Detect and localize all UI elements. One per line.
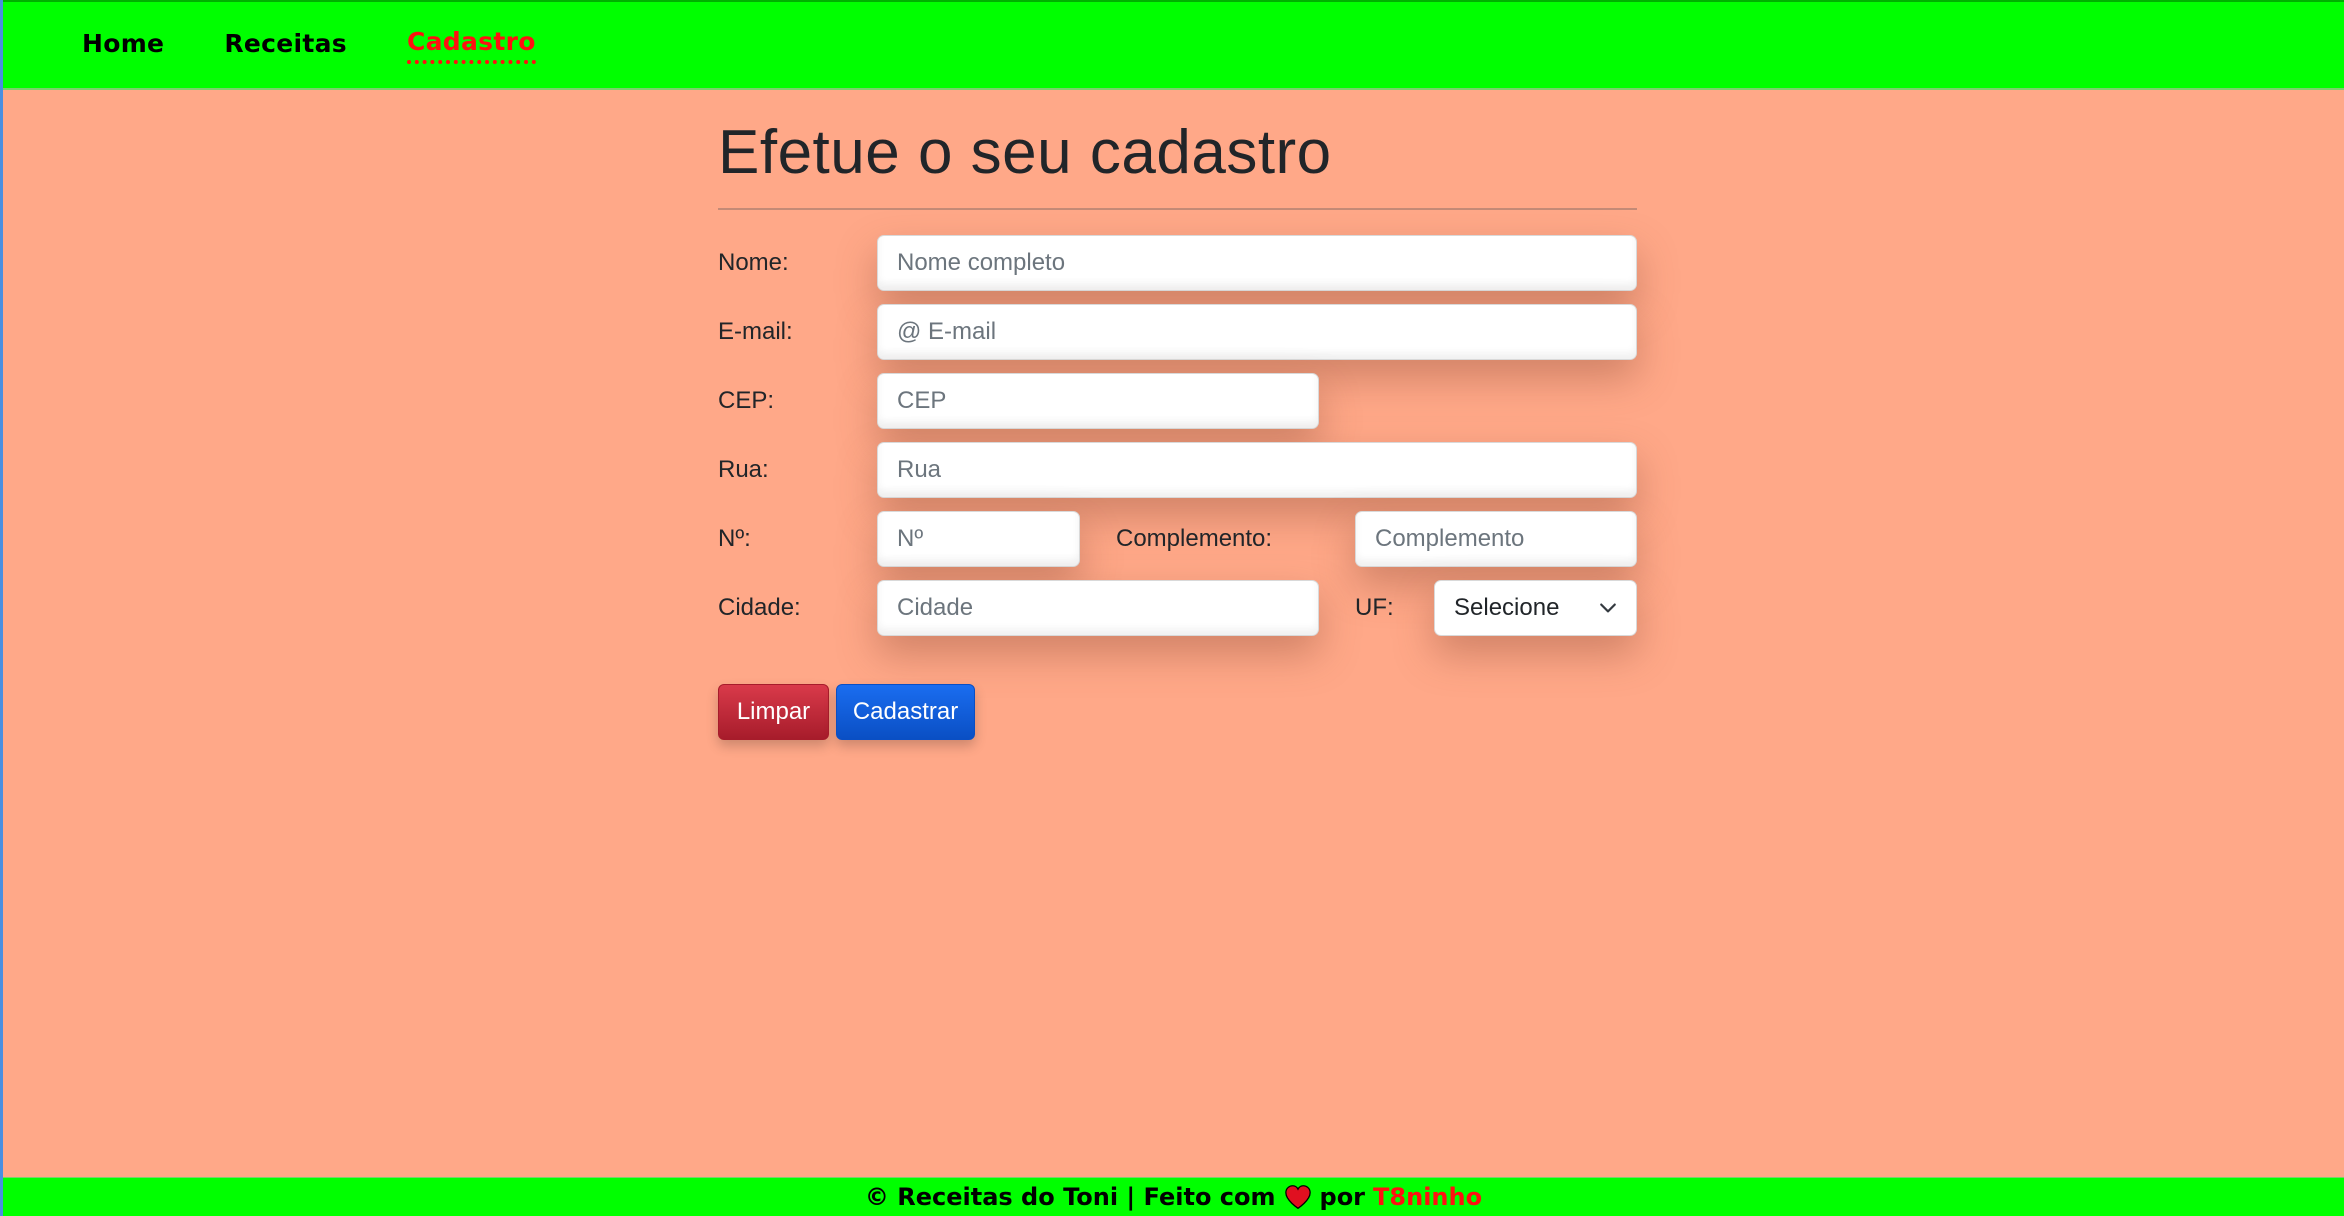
numero-label: Nº: <box>718 525 751 552</box>
cidade-input[interactable] <box>877 580 1319 636</box>
email-input[interactable] <box>877 304 1637 360</box>
nav-link-home[interactable]: Home <box>82 29 164 62</box>
numero-input[interactable] <box>877 511 1080 567</box>
rua-row: Rua: <box>718 442 1637 511</box>
uf-select-value: Selecione <box>1454 594 1560 621</box>
cidade-row: Cidade: UF: Selecione <box>718 580 1637 649</box>
cadastrar-button[interactable]: Cadastrar <box>836 684 975 740</box>
rua-label: Rua: <box>718 456 769 483</box>
cep-input[interactable] <box>877 373 1319 429</box>
cidade-label: Cidade: <box>718 594 801 621</box>
footer-by: por <box>1319 1183 1366 1211</box>
nav-link-cadastro[interactable]: Cadastro <box>406 27 536 64</box>
cep-row: CEP: <box>718 373 1637 442</box>
complemento-label: Complemento: <box>1116 525 1273 552</box>
footer-copyright: © Receitas do Toni | Feito com <box>864 1183 1276 1211</box>
limpar-button[interactable]: Limpar <box>718 684 829 740</box>
footer: © Receitas do Toni | Feito com por T8nin… <box>3 1177 2344 1216</box>
registration-form: Nome: E-mail: CEP: Rua: Nº: Complemento:… <box>718 235 1637 744</box>
nome-row: Nome: <box>718 235 1637 304</box>
top-navbar: Home Receitas Cadastro <box>3 0 2344 90</box>
heart-icon <box>1284 1185 1311 1210</box>
rua-input[interactable] <box>877 442 1637 498</box>
nav-link-receitas[interactable]: Receitas <box>224 29 347 62</box>
uf-select[interactable]: Selecione <box>1434 580 1637 636</box>
chevron-down-icon <box>1600 603 1616 613</box>
nome-label: Nome: <box>718 249 789 276</box>
uf-label: UF: <box>1355 594 1394 621</box>
email-label: E-mail: <box>718 318 793 345</box>
cep-label: CEP: <box>718 387 775 414</box>
page-title: Efetue o seu cadastro <box>718 118 1332 187</box>
nome-input[interactable] <box>877 235 1637 291</box>
complemento-input[interactable] <box>1355 511 1637 567</box>
email-row: E-mail: <box>718 304 1637 373</box>
form-buttons: Limpar Cadastrar <box>718 684 1637 744</box>
numero-row: Nº: Complemento: <box>718 511 1637 580</box>
title-divider <box>718 208 1637 210</box>
main-content: Efetue o seu cadastro Nome: E-mail: CEP:… <box>718 90 1637 744</box>
footer-author: T8ninho <box>1373 1183 1483 1211</box>
